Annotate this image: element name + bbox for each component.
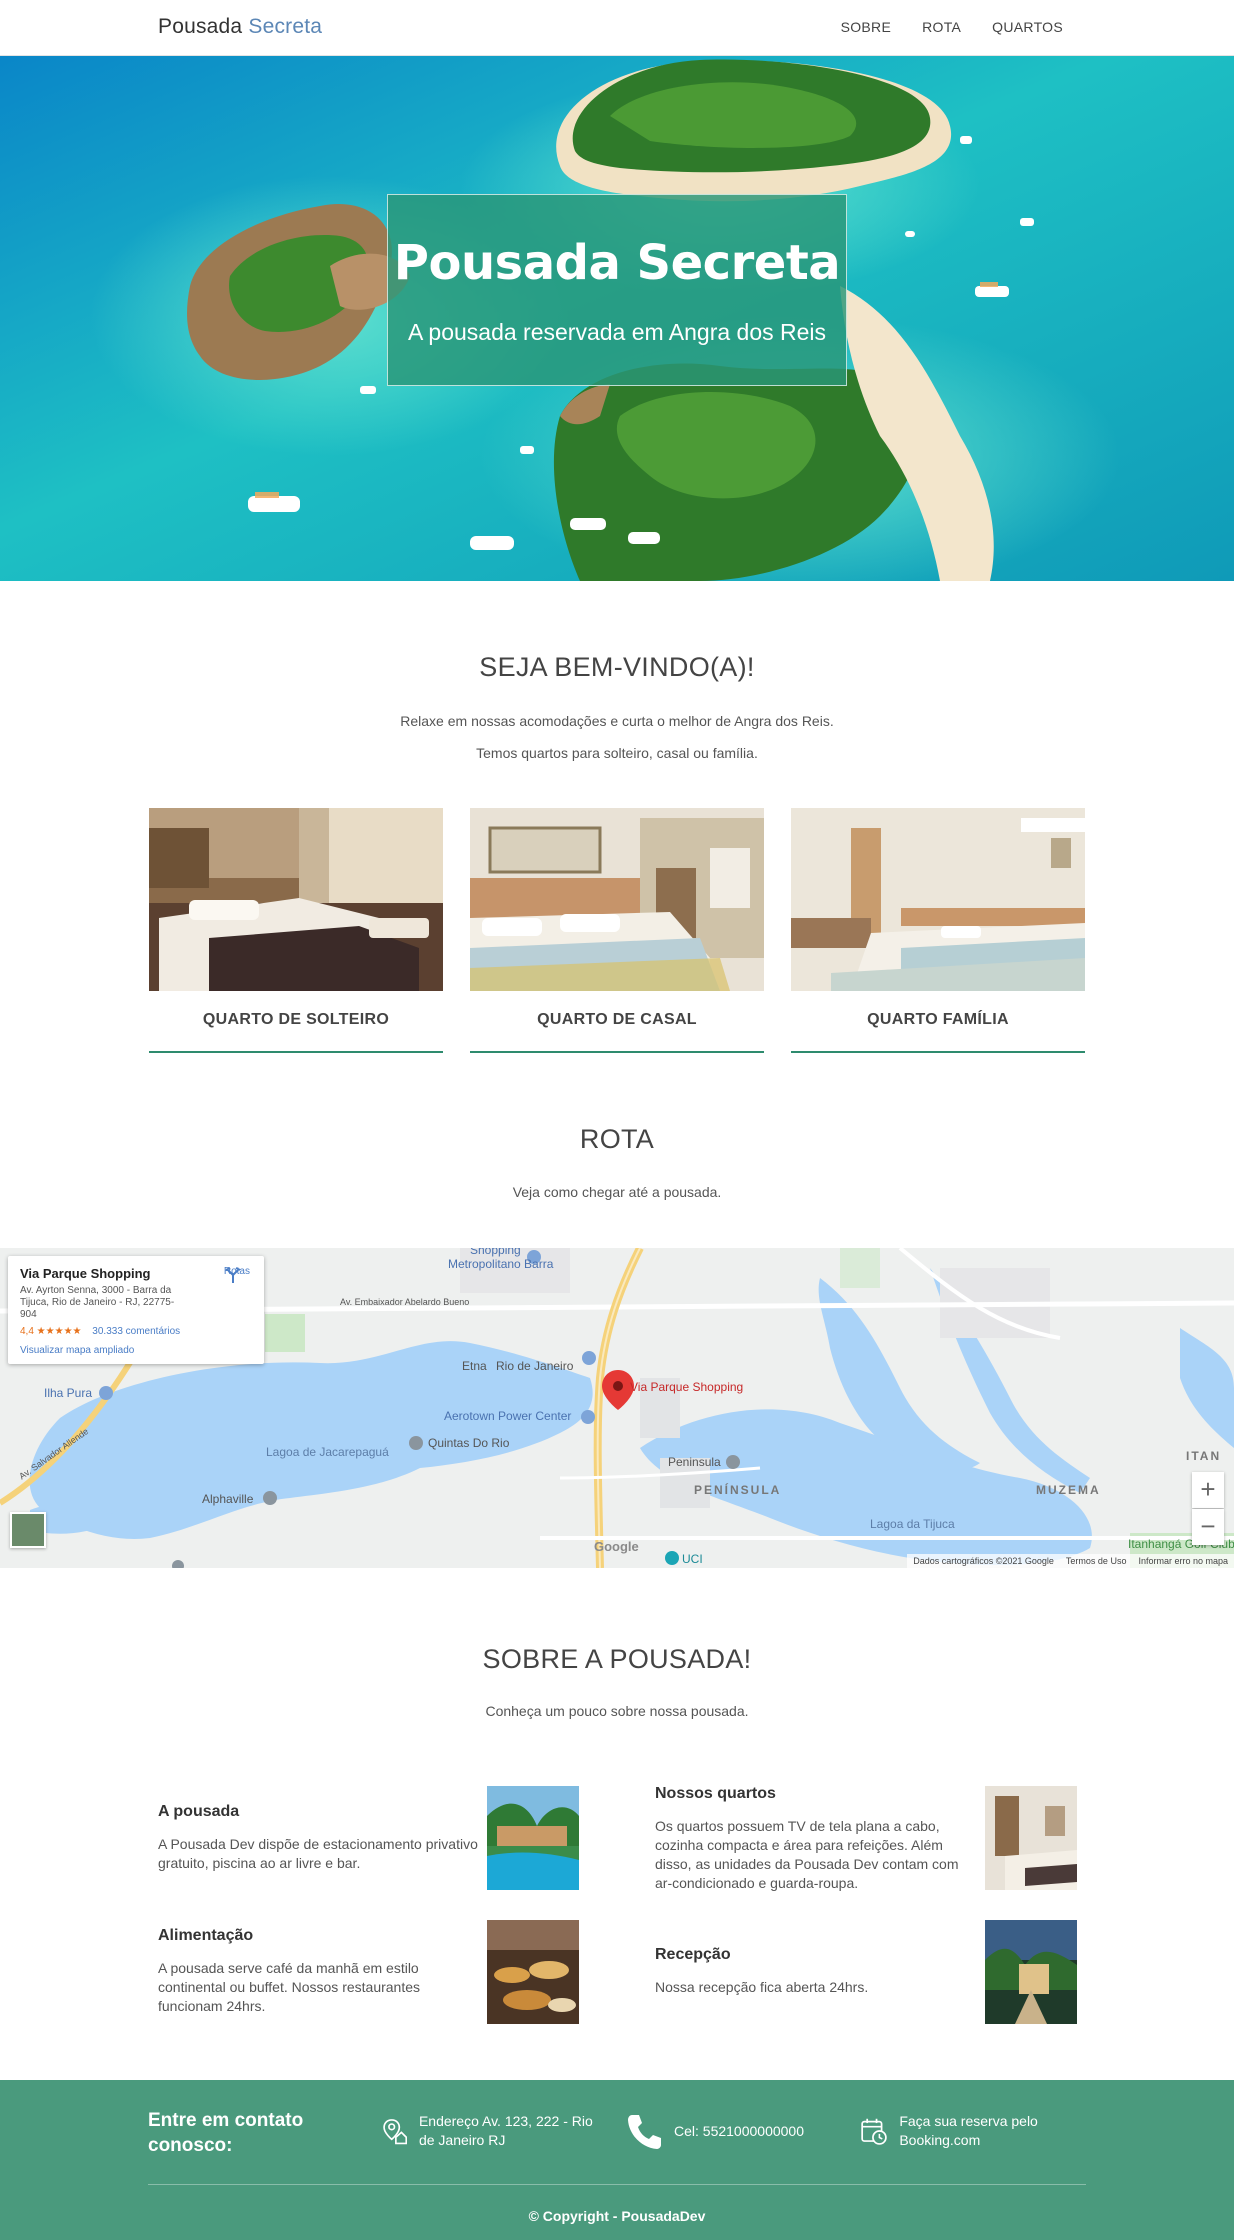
footer-address: Endereço Av. 123, 222 - Rio de Janeiro R… — [382, 2112, 602, 2150]
directions-icon — [225, 1267, 241, 1283]
footer-phone: Cel: 5521000000000 — [626, 2112, 826, 2150]
map-label-muzema: MUZEMA — [1036, 1483, 1101, 1497]
about-item-text: Nossa recepção fica aberta 24hrs. — [655, 1979, 869, 1995]
about-text: Conheça um pouco sobre nossa pousada. — [485, 1703, 749, 1719]
zoom-in-button[interactable]: + — [1192, 1472, 1224, 1508]
map-label-rio: Rio de Janeiro — [496, 1359, 574, 1373]
food-photo — [487, 1920, 579, 2024]
footer-contact-title: Entre em contato conosco: — [148, 2110, 304, 2156]
map-label-alphaville: Alphaville — [202, 1492, 254, 1506]
room-label-casal: QUARTO DE CASAL — [537, 1011, 697, 1028]
nav-links: SOBRE ROTA QUARTOS — [841, 19, 1063, 35]
map-label-lagoa-tijuca: Lagoa da Tijuca — [870, 1517, 955, 1531]
about-item-text: A Pousada Dev dispõe de estacionamento p… — [158, 1836, 478, 1871]
map-label-peninsula-upper: PENÍNSULA — [694, 1482, 781, 1497]
map-place-card: Via Parque Shopping Av. Ayrton Senna, 30… — [8, 1256, 264, 1364]
room-photo-familia — [791, 808, 1085, 991]
footer-phone-text: Cel: 5521000000000 — [674, 2122, 805, 2139]
view-larger-map-link[interactable]: Visualizar mapa ampliado — [20, 1345, 252, 1356]
about-title: SOBRE A POUSADA! — [482, 1644, 752, 1674]
footer-copyright: © Copyright - PousadaDev — [528, 2208, 706, 2224]
map-label-uci: UCI — [682, 1552, 703, 1566]
map-label-metropolitano: Metropolitano Barra — [448, 1257, 554, 1271]
place-address: Av. Ayrton Senna, 3000 - Barra da Tijuca… — [20, 1285, 175, 1320]
map-marker-label: Via Parque Shopping — [630, 1380, 743, 1394]
map-label-ilha-pura: Ilha Pura — [44, 1386, 92, 1400]
place-name: Via Parque Shopping — [20, 1266, 151, 1281]
footer: Entre em contato conosco: Endereço Av. 1… — [0, 2080, 1234, 2240]
welcome-title: SEJA BEM-VINDO(A)! — [479, 652, 755, 682]
map-label-itan: ITAN — [1186, 1449, 1221, 1463]
hero-subtitle: A pousada reservada em Angra dos Reis — [407, 319, 827, 345]
map-label-lagoa-jacarepagua: Lagoa de Jacarepaguá — [266, 1445, 389, 1459]
google-logo: Google — [594, 1539, 639, 1554]
map-embed[interactable]: Shopping Metropolitano Barra Av. Embaixa… — [0, 1248, 1234, 1568]
footer-divider — [148, 2184, 1086, 2185]
map-attribution: Dados cartográficos ©2021 Google Termos … — [907, 1554, 1234, 1568]
room-card-casal[interactable]: QUARTO DE CASAL — [470, 808, 764, 1053]
reviews-link[interactable]: 30.333 comentários — [92, 1326, 180, 1337]
footer-address-text: Endereço Av. 123, 222 - Rio de Janeiro R… — [418, 2113, 593, 2148]
map-data-credit: Dados cartográficos ©2021 Google — [913, 1556, 1054, 1566]
nav-link-sobre[interactable]: SOBRE — [841, 19, 892, 35]
room-card-solteiro[interactable]: QUARTO DE SOLTEIRO — [149, 808, 443, 1053]
map-report-link[interactable]: Informar erro no mapa — [1138, 1556, 1228, 1566]
directions-button[interactable]: Rotas — [224, 1266, 250, 1283]
brand-logo[interactable]: Pousada Secreta — [158, 15, 322, 39]
room-label-solteiro: QUARTO DE SOLTEIRO — [202, 1011, 390, 1028]
hero-banner: Pousada Secreta A pousada reservada em A… — [0, 56, 1234, 581]
brand-first: Pousada — [158, 15, 243, 38]
hero-caption-box: Pousada Secreta A pousada reservada em A… — [387, 194, 847, 386]
room-photo-casal — [470, 808, 764, 991]
map-label-peninsula: Peninsula — [668, 1455, 721, 1469]
map-label-embaixador: Av. Embaixador Abelardo Bueno — [340, 1297, 469, 1307]
room-photo-solteiro — [149, 808, 443, 991]
welcome-line-2: Temos quartos para solteiro, casal ou fa… — [476, 745, 758, 761]
footer-booking[interactable]: Faça sua reserva pelo Booking.com — [860, 2112, 1060, 2150]
zoom-out-button[interactable]: − — [1192, 1509, 1224, 1545]
rating-score: 4,4 ★★★★★ — [20, 1326, 82, 1337]
map-terms-link[interactable]: Termos de Uso — [1066, 1556, 1127, 1566]
route-text: Veja como chegar até a pousada. — [512, 1184, 722, 1200]
route-title: ROTA — [579, 1124, 655, 1154]
place-rating: 4,4 ★★★★★ 30.333 comentários — [20, 1326, 252, 1337]
nav-link-quartos[interactable]: QUARTOS — [992, 19, 1063, 35]
map-label-shopping: Shopping — [470, 1248, 521, 1257]
map-label-quintas: Quintas Do Rio — [428, 1436, 510, 1450]
footer-booking-text: Faça sua reserva pelo Booking.com — [899, 2113, 1038, 2148]
calendar-clock-icon — [861, 2118, 887, 2145]
brand-second: Secreta — [248, 15, 323, 38]
hero-title: Pousada Secreta — [393, 235, 841, 291]
location-icon — [383, 2119, 407, 2145]
map-label-etna: Etna — [462, 1359, 487, 1373]
map-satellite-toggle[interactable] — [10, 1512, 46, 1548]
bedroom-photo — [985, 1786, 1077, 1890]
navbar: Pousada Secreta SOBRE ROTA QUARTOS — [0, 0, 1234, 56]
room-card-familia[interactable]: QUARTO FAMÍLIA — [791, 808, 1085, 1053]
room-label-familia: QUARTO FAMÍLIA — [867, 1011, 1009, 1028]
about-item-text: Os quartos possuem TV de tela plana a ca… — [655, 1818, 959, 1891]
map-label-aerotown: Aerotown Power Center — [444, 1409, 571, 1423]
pool-photo — [487, 1786, 579, 1890]
phone-icon — [628, 2115, 661, 2149]
welcome-line-1: Relaxe em nossas acomodações e curta o m… — [400, 713, 834, 729]
nav-link-rota[interactable]: ROTA — [922, 19, 961, 35]
about-item-text: A pousada serve café da manhã em estilo … — [158, 1960, 421, 2014]
reception-photo — [985, 1920, 1077, 2024]
